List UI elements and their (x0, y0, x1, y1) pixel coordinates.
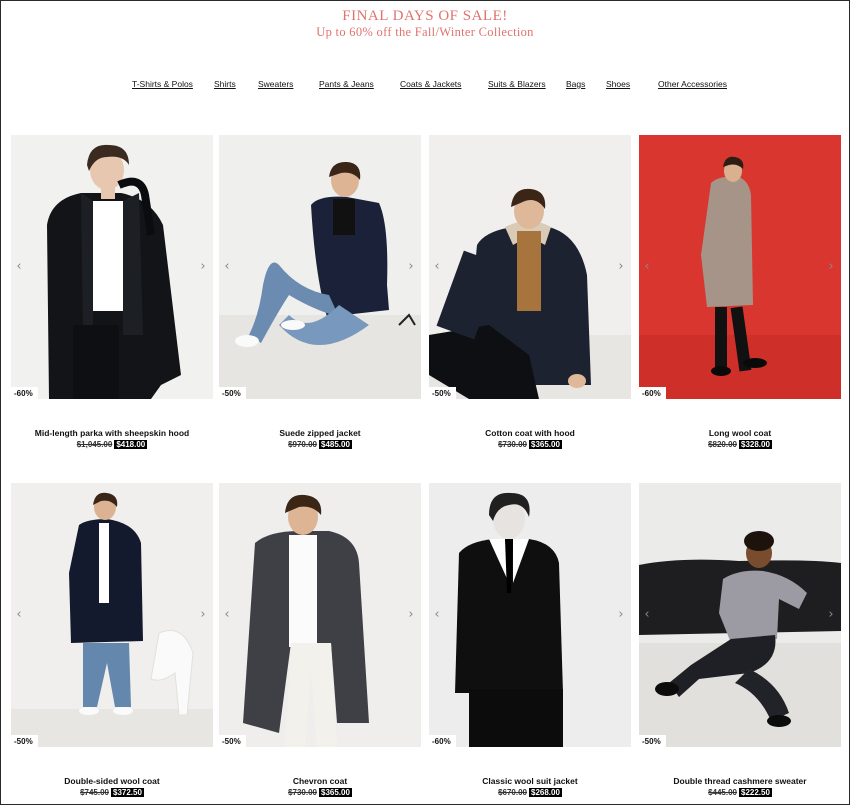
original-price: $445.00 (708, 788, 737, 797)
nav-sweaters[interactable]: Sweaters (258, 79, 293, 89)
prev-image-arrow[interactable]: ‹ (13, 607, 25, 623)
product-image[interactable]: ‹ › -60% (429, 483, 631, 747)
sale-subtitle: Up to 60% off the Fall/Winter Collection (316, 25, 534, 39)
sale-price: $485.00 (319, 440, 352, 449)
prev-image-arrow[interactable]: ‹ (13, 259, 25, 275)
nav-shoes[interactable]: Shoes (606, 79, 630, 89)
nav-bags[interactable]: Bags (566, 79, 585, 89)
sale-price: $222.50 (739, 788, 772, 797)
product-image[interactable]: ‹ › -50% (219, 483, 421, 747)
product-image[interactable]: ‹ › -50% (429, 135, 631, 399)
product-price: $670.00 $268.00 (429, 788, 631, 797)
next-image-arrow[interactable]: › (405, 607, 417, 623)
sale-price: $365.00 (529, 440, 562, 449)
prev-image-arrow[interactable]: ‹ (641, 259, 653, 275)
next-image-arrow[interactable]: › (405, 259, 417, 275)
discount-badge: -50% (219, 387, 246, 399)
product-image[interactable]: ‹ › -60% (11, 135, 213, 399)
next-image-arrow[interactable]: › (825, 259, 837, 275)
product-price: $445.00 $222.50 (639, 788, 841, 797)
prev-image-arrow[interactable]: ‹ (221, 259, 233, 275)
product-price: $745.00 $372.50 (11, 788, 213, 797)
product-price: $730.00 $365.00 (219, 788, 421, 797)
product-price: $970.00 $485.00 (219, 440, 421, 449)
nav-suits-blazers[interactable]: Suits & Blazers (488, 79, 546, 89)
product-name[interactable]: Chevron coat (219, 776, 421, 786)
original-price: $730.00 (288, 788, 317, 797)
original-price: $730.00 (498, 440, 527, 449)
nav-other-accessories[interactable]: Other Accessories (658, 79, 727, 89)
product-image[interactable]: ‹ › -50% (219, 135, 421, 399)
product-image[interactable]: ‹ › -60% (639, 135, 841, 399)
sale-price: $268.00 (529, 788, 562, 797)
prev-image-arrow[interactable]: ‹ (431, 607, 443, 623)
original-price: $745.00 (80, 788, 109, 797)
discount-badge: -50% (639, 735, 666, 747)
discount-badge: -60% (639, 387, 666, 399)
product-name[interactable]: Double-sided wool coat (11, 776, 213, 786)
nav-coats-jackets[interactable]: Coats & Jackets (400, 79, 461, 89)
nav-shirts[interactable]: Shirts (214, 79, 236, 89)
discount-badge: -50% (11, 735, 38, 747)
next-image-arrow[interactable]: › (615, 607, 627, 623)
original-price: $1,045.00 (76, 440, 113, 449)
prev-image-arrow[interactable]: ‹ (431, 259, 443, 275)
product-image[interactable]: ‹ › -50% (11, 483, 213, 747)
original-price: $970.00 (288, 440, 317, 449)
discount-badge: -50% (429, 387, 456, 399)
next-image-arrow[interactable]: › (197, 607, 209, 623)
nav-pants-jeans[interactable]: Pants & Jeans (319, 79, 374, 89)
sale-price: $372.50 (111, 788, 144, 797)
sale-price: $418.00 (114, 440, 148, 449)
nav-tshirts-polos[interactable]: T-Shirts & Polos (132, 79, 193, 89)
product-name[interactable]: Cotton coat with hood (429, 428, 631, 438)
product-image[interactable]: ‹ › -50% (639, 483, 841, 747)
prev-image-arrow[interactable]: ‹ (641, 607, 653, 623)
prev-image-arrow[interactable]: ‹ (221, 607, 233, 623)
sale-price: $365.00 (319, 788, 352, 797)
discount-badge: -60% (11, 387, 38, 399)
product-name[interactable]: Double thread cashmere sweater (639, 776, 841, 786)
discount-badge: -60% (429, 735, 456, 747)
product-name[interactable]: Long wool coat (639, 428, 841, 438)
sale-price: $328.00 (739, 440, 772, 449)
product-price: $730.00 $365.00 (429, 440, 631, 449)
category-nav: T-Shirts & Polos Shirts Sweaters Pants &… (1, 79, 850, 93)
next-image-arrow[interactable]: › (615, 259, 627, 275)
next-image-arrow[interactable]: › (825, 607, 837, 623)
next-image-arrow[interactable]: › (197, 259, 209, 275)
original-price: $670.00 (498, 788, 527, 797)
discount-badge: -50% (219, 735, 246, 747)
product-price: $1,045.00 $418.00 (11, 440, 213, 449)
product-price: $820.00 $328.00 (639, 440, 841, 449)
original-price: $820.00 (708, 440, 737, 449)
product-name[interactable]: Mid-length parka with sheepskin hood (11, 428, 213, 438)
product-name[interactable]: Suede zipped jacket (219, 428, 421, 438)
sale-title: FINAL DAYS OF SALE! (342, 8, 508, 24)
product-name[interactable]: Classic wool suit jacket (429, 776, 631, 786)
